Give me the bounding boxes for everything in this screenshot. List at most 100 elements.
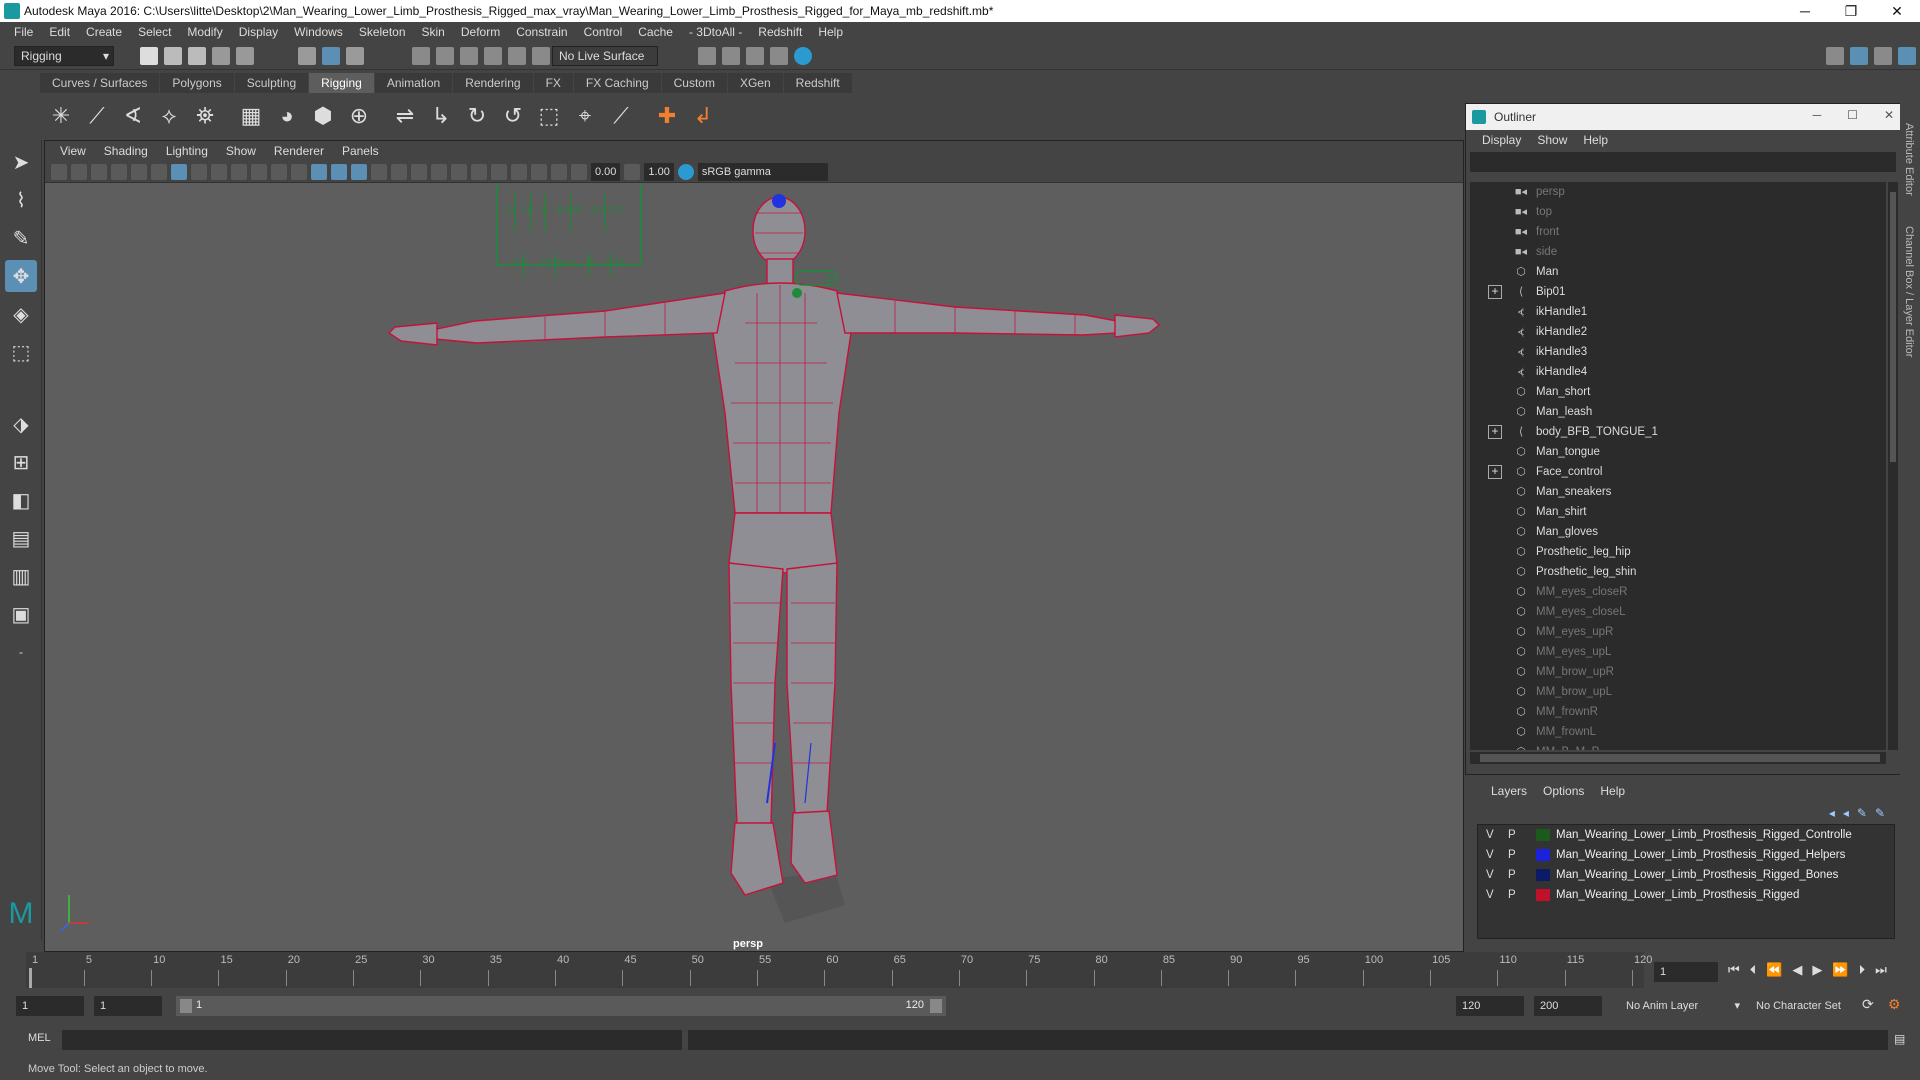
lattice-icon[interactable]: ⬢: [308, 101, 338, 131]
minimize-button[interactable]: ─: [1782, 0, 1828, 22]
outliner-item[interactable]: ⬡ MM_B_M_P: [1470, 742, 1886, 750]
face-control-panel[interactable]: O I-E U B-M-P D-S-T-Z F-V Ch-Sh-J Th Q-W: [496, 183, 642, 277]
gamma-field[interactable]: 1.00: [644, 162, 674, 181]
outliner-search-input[interactable]: [1470, 152, 1896, 172]
mirror-joint-icon[interactable]: ⛯: [190, 101, 220, 131]
wireframe-on-shaded-icon[interactable]: [351, 163, 367, 180]
shelf-tab-xgen[interactable]: XGen: [727, 73, 783, 93]
anim-layer-dropdown[interactable]: No Anim Layer ▾: [1622, 996, 1744, 1016]
grid-icon[interactable]: [171, 163, 187, 180]
start-time-field[interactable]: 1: [16, 996, 84, 1016]
outliner-item[interactable]: ⬡ MM_brow_upR: [1470, 662, 1886, 682]
layer-color-swatch[interactable]: [1536, 829, 1550, 841]
outliner-menu-display[interactable]: Display: [1474, 133, 1529, 147]
layout-graph-icon[interactable]: ▥: [5, 560, 37, 592]
menu-display[interactable]: Display: [231, 22, 286, 42]
outliner-item[interactable]: ⦓ ikHandle3: [1470, 342, 1886, 362]
attribute-editor-tab[interactable]: Attribute Editor: [1903, 123, 1915, 196]
outliner-item[interactable]: ⬡ Man_tongue: [1470, 442, 1886, 462]
xray-joints-icon[interactable]: [551, 163, 567, 180]
gate-mask-icon[interactable]: [231, 163, 247, 180]
character-set-dropdown[interactable]: No Character Set: [1752, 996, 1862, 1016]
outliner-item[interactable]: ■◂ side: [1470, 242, 1886, 262]
anti-alias-icon[interactable]: [471, 163, 487, 180]
shelf-tab-curves-surfaces[interactable]: Curves / Surfaces: [40, 73, 160, 93]
outliner-item[interactable]: ⬡ Man_leash: [1470, 402, 1886, 422]
layout-two-view-icon[interactable]: ◧: [5, 484, 37, 516]
outliner-item[interactable]: ⬡ Prosthetic_leg_shin: [1470, 562, 1886, 582]
safe-action-icon[interactable]: [271, 163, 287, 180]
select-tool-icon[interactable]: ➤: [5, 146, 37, 178]
mel-command-input[interactable]: [62, 1030, 682, 1050]
layer-playback-toggle[interactable]: P: [1508, 829, 1522, 841]
outliner-item[interactable]: ⬡ Man_sneakers: [1470, 482, 1886, 502]
orient-joint-icon[interactable]: ⇌: [390, 101, 420, 131]
image-plane-icon[interactable]: [111, 163, 127, 180]
range-start-handle[interactable]: [180, 999, 192, 1013]
history-icon[interactable]: [532, 47, 550, 65]
layer-row[interactable]: V P Man_Wearing_Lower_Limb_Prosthesis_Rigg…: [1478, 845, 1894, 865]
select-object-icon[interactable]: [322, 47, 340, 65]
outliner-item[interactable]: ■◂ persp: [1470, 182, 1886, 202]
layer-color-swatch[interactable]: [1536, 869, 1550, 881]
viewport-menu-view[interactable]: View: [51, 144, 95, 158]
snap-grid-icon[interactable]: [412, 47, 430, 65]
shelf-tab-custom[interactable]: Custom: [661, 73, 727, 93]
viewport-menu-lighting[interactable]: Lighting: [157, 144, 217, 158]
new-layer-selected-icon[interactable]: ✎: [1875, 806, 1885, 820]
shelf-tab-animation[interactable]: Animation: [374, 73, 453, 93]
ipr-render-icon[interactable]: [746, 47, 764, 65]
outliner-close-button[interactable]: ✕: [1884, 108, 1894, 122]
layer-visibility-toggle[interactable]: V: [1478, 829, 1508, 841]
outliner-item[interactable]: + ⬡ Face_control: [1470, 462, 1886, 482]
constraint-b-icon[interactable]: ↲: [688, 101, 718, 131]
outliner-vertical-scrollbar[interactable]: [1888, 182, 1898, 750]
layer-row[interactable]: V P Man_Wearing_Lower_Limb_Prosthesis_Rigg…: [1478, 885, 1894, 905]
layer-row[interactable]: V P Man_Wearing_Lower_Limb_Prosthesis_Rigg…: [1478, 825, 1894, 845]
menu-constrain[interactable]: Constrain: [508, 22, 575, 42]
menu-edit[interactable]: Edit: [41, 22, 78, 42]
persp-viewport-scene[interactable]: O I-E U B-M-P D-S-T-Z F-V Ch-Sh-J Th Q-W: [45, 183, 1463, 951]
expand-icon[interactable]: +: [1488, 465, 1502, 479]
outliner-item[interactable]: ⬡ Prosthetic_leg_hip: [1470, 542, 1886, 562]
shadows-icon[interactable]: [411, 163, 427, 180]
outliner-item[interactable]: ⬡ MM_eyes_upR: [1470, 622, 1886, 642]
color-space-dropdown[interactable]: sRGB gamma: [697, 162, 828, 181]
expand-icon[interactable]: +: [1488, 425, 1502, 439]
time-slider-track[interactable]: 1 5 10 15 20 25 30 35 40 45 50 55 60 65 70 75 80 85 90 95 10…: [26, 952, 1652, 988]
go-to-start-icon[interactable]: ⏮: [1728, 962, 1740, 978]
aim-constraint-icon[interactable]: ↳: [426, 101, 456, 131]
range-end-handle[interactable]: [930, 999, 942, 1013]
outliner-item[interactable]: ■◂ top: [1470, 202, 1886, 222]
outliner-maximize-button[interactable]: ☐: [1847, 108, 1858, 122]
screen-space-ao-icon[interactable]: [431, 163, 447, 180]
open-scene-icon[interactable]: [164, 47, 182, 65]
show-manipulator-icon[interactable]: ⬗: [5, 408, 37, 440]
two-d-pan-icon[interactable]: [131, 163, 147, 180]
outliner-item[interactable]: ⬡ Man_short: [1470, 382, 1886, 402]
layer-visibility-toggle[interactable]: V: [1478, 869, 1508, 881]
grease-pencil-icon[interactable]: [151, 163, 167, 180]
layer-row[interactable]: V P Man_Wearing_Lower_Limb_Prosthesis_Rigg…: [1478, 865, 1894, 885]
menu-select[interactable]: Select: [130, 22, 179, 42]
menu-set-dropdown[interactable]: Rigging ▾: [14, 46, 114, 66]
outliner-item[interactable]: ⬡ MM_brow_upL: [1470, 682, 1886, 702]
mel-label[interactable]: MEL: [28, 1032, 51, 1044]
paint-weights-icon[interactable]: ⟋: [606, 101, 636, 131]
expand-icon[interactable]: +: [1488, 285, 1502, 299]
script-editor-icon[interactable]: ▤: [1894, 1032, 1905, 1046]
pole-vector-icon[interactable]: ⌖: [570, 101, 600, 131]
motion-blur-icon[interactable]: [451, 163, 467, 180]
wireframe-icon[interactable]: [311, 163, 327, 180]
shelf-tab-fx[interactable]: FX: [533, 73, 573, 93]
menu-windows[interactable]: Windows: [286, 22, 351, 42]
close-button[interactable]: ✕: [1874, 0, 1920, 22]
attribute-editor-toggle-icon[interactable]: [1850, 47, 1868, 65]
snap-view-icon[interactable]: [484, 47, 502, 65]
point-constraint-icon[interactable]: ↻: [462, 101, 492, 131]
shelf-tab-rendering[interactable]: Rendering: [453, 73, 533, 93]
select-hierarchy-icon[interactable]: [298, 47, 316, 65]
layer-menu-help[interactable]: Help: [1592, 784, 1633, 798]
viewport-menu-panels[interactable]: Panels: [333, 144, 388, 158]
parent-constraint-icon[interactable]: ⬚: [534, 101, 564, 131]
